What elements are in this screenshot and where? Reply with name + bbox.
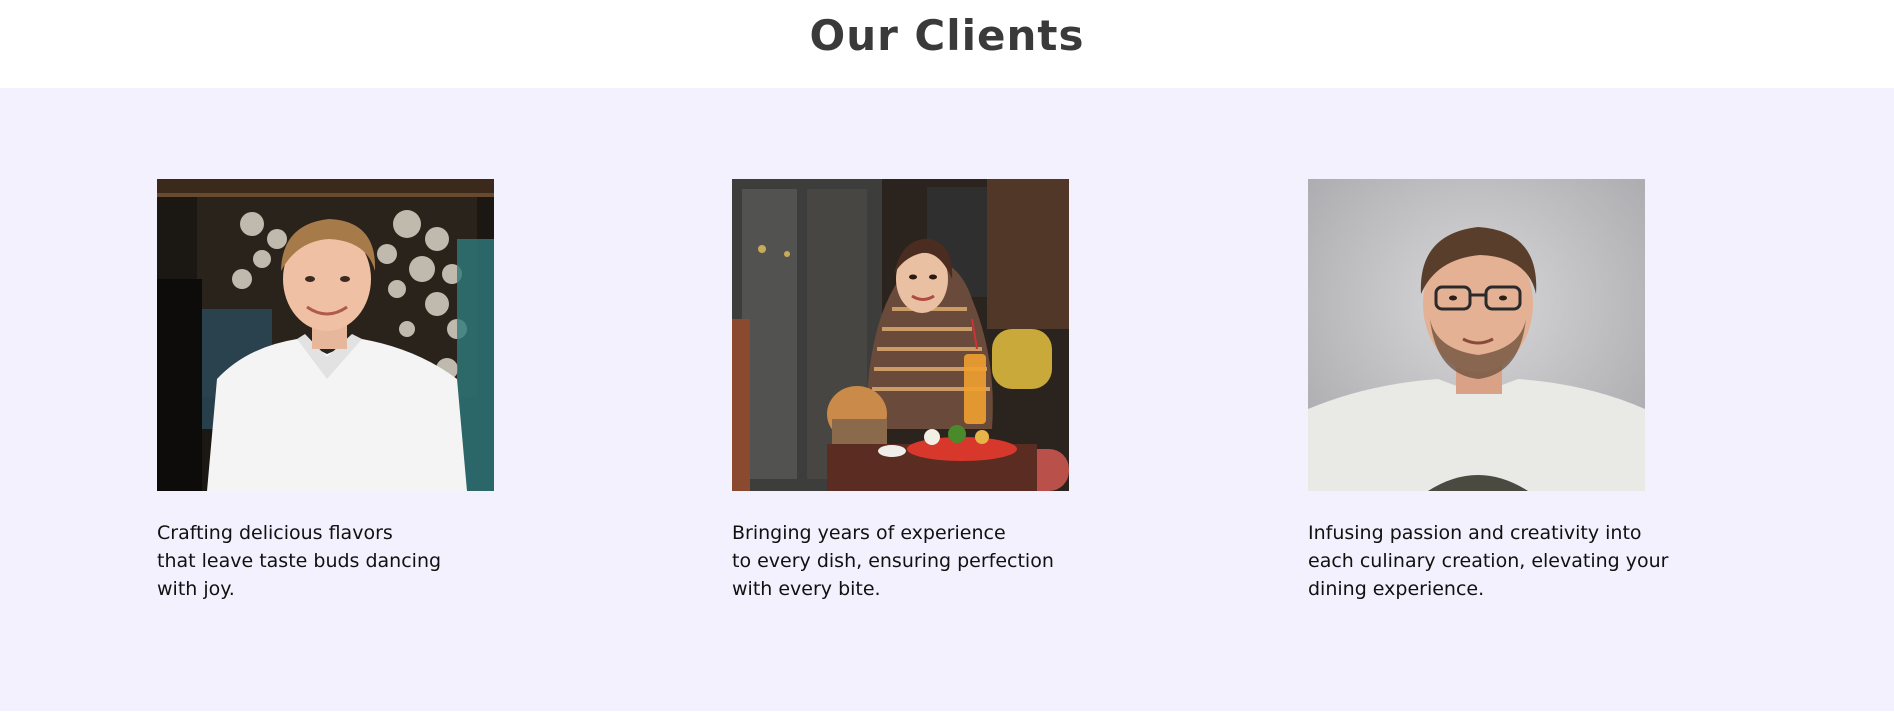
- clients-section: Crafting delicious flavors that leave ta…: [0, 88, 1894, 711]
- client-description-line: Bringing years of experience: [732, 522, 1006, 544]
- client-description-line: Crafting delicious flavors: [157, 522, 393, 544]
- page: Our Clients Crafting delicious flavors t…: [0, 0, 1894, 712]
- client-description: Bringing years of experience to every di…: [732, 519, 1152, 603]
- client-description-line: with every bite.: [732, 578, 881, 600]
- client-description-line: dining experience.: [1308, 578, 1485, 600]
- client-description-line: to every dish, ensuring perfection: [732, 550, 1054, 572]
- client-description-line: each culinary creation, elevating your: [1308, 550, 1669, 572]
- client-photo: [732, 179, 1069, 491]
- client-card: Bringing years of experience to every di…: [732, 179, 1152, 603]
- client-photo: [1308, 179, 1645, 491]
- page-title: Our Clients: [809, 11, 1085, 60]
- client-card: Infusing passion and creativity into eac…: [1308, 179, 1728, 603]
- client-description: Infusing passion and creativity into eac…: [1308, 519, 1728, 603]
- young-man-photo-icon: [157, 179, 494, 491]
- client-description-line: Infusing passion and creativity into: [1308, 522, 1642, 544]
- client-description-line: that leave taste buds dancing: [157, 550, 442, 572]
- client-photo: [157, 179, 494, 491]
- client-description: Crafting delicious flavors that leave ta…: [157, 519, 577, 603]
- man-glasses-photo-icon: [1308, 179, 1645, 491]
- client-card: Crafting delicious flavors that leave ta…: [157, 179, 577, 603]
- woman-restaurant-photo-icon: [732, 179, 1069, 491]
- client-description-line: with joy.: [157, 578, 235, 600]
- header: Our Clients: [0, 0, 1894, 88]
